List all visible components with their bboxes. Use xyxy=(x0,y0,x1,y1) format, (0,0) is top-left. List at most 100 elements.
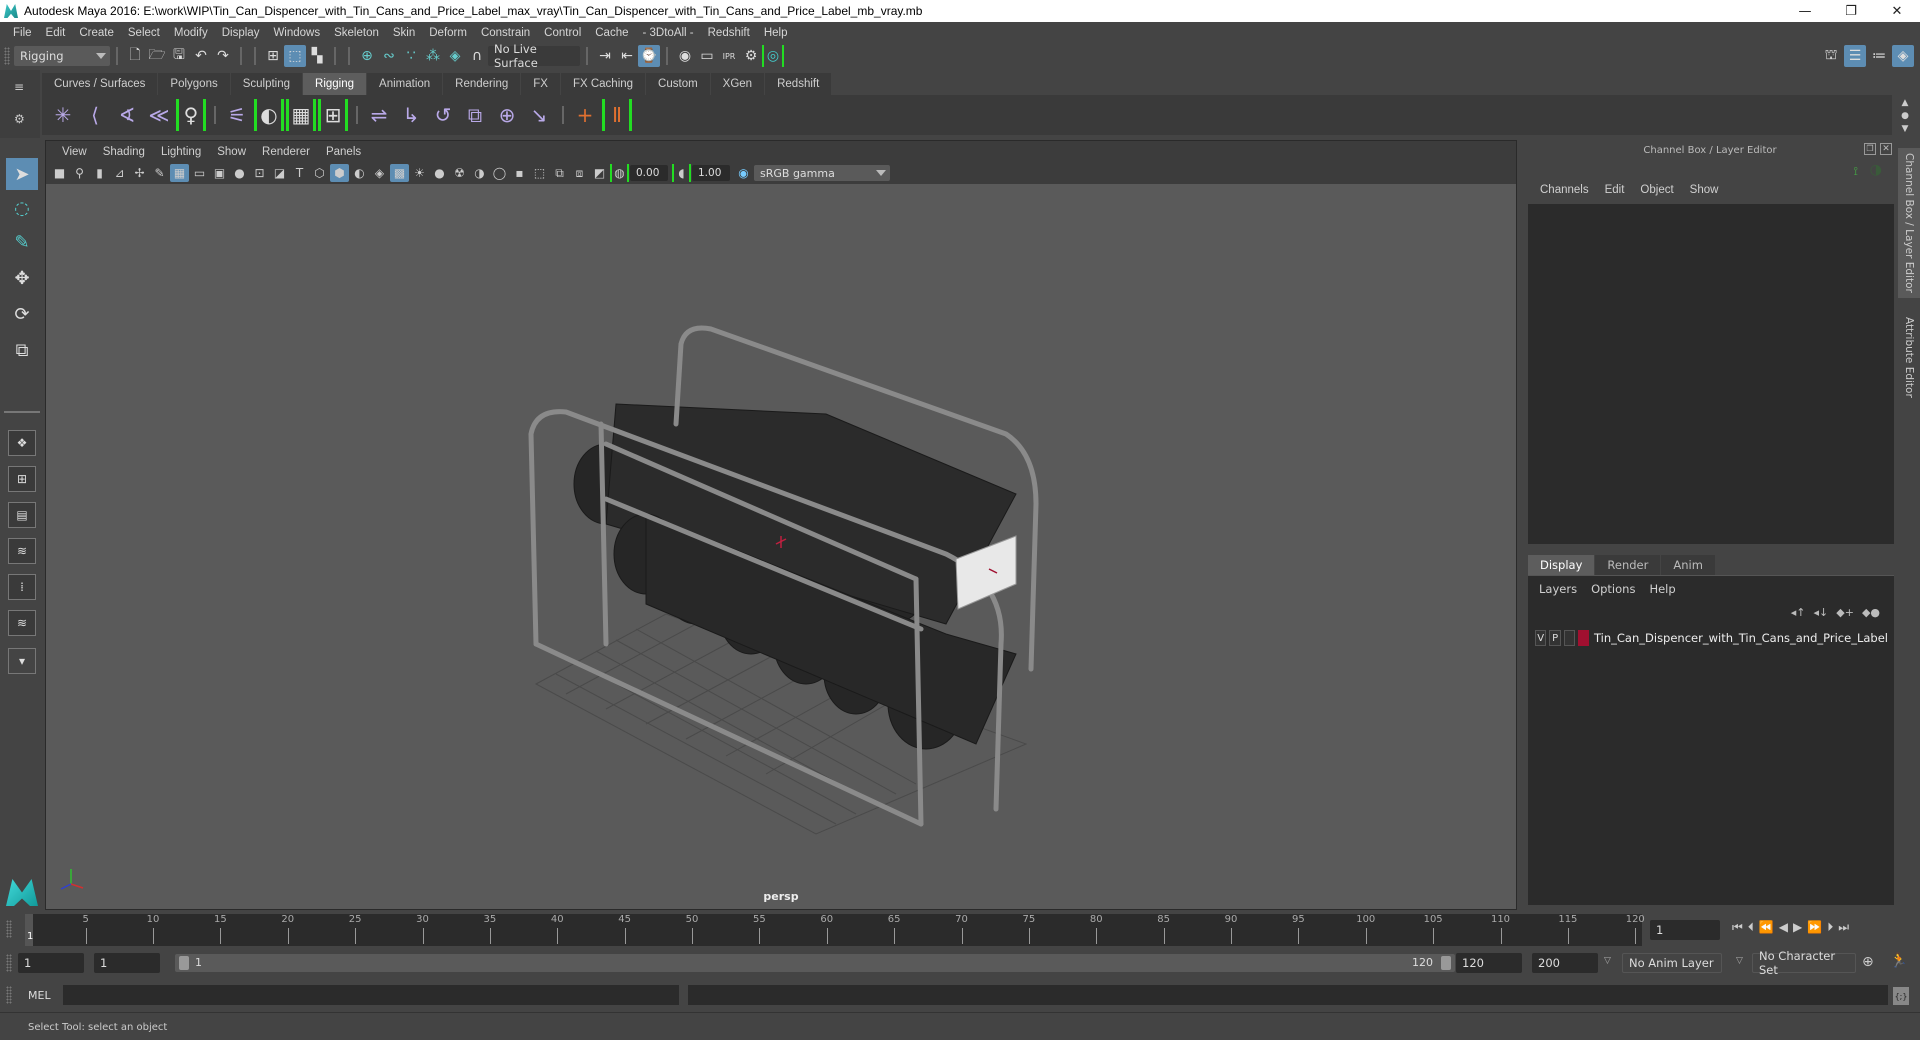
select-object-icon[interactable]: ⬚ xyxy=(284,45,306,67)
timeline-grip[interactable] xyxy=(6,920,12,938)
bind-skin-icon[interactable]: ⚟ xyxy=(222,99,252,131)
viewport-menu-view[interactable]: View xyxy=(54,146,95,158)
menu-skeleton[interactable]: Skeleton xyxy=(327,27,386,39)
xray-icon[interactable]: ⧉ xyxy=(550,164,569,182)
minimize-button[interactable]: — xyxy=(1782,0,1828,22)
render-settings-icon[interactable]: ⚙ xyxy=(740,45,762,67)
paint-weights-icon[interactable]: ◐ xyxy=(254,99,284,131)
hypershade-icon[interactable]: ◎ xyxy=(762,45,784,67)
manipulator-axis-icon[interactable]: ⟟ xyxy=(1854,164,1858,179)
snap-point-icon[interactable]: ∵ xyxy=(400,45,422,67)
character-set-dropdown[interactable]: No Character Set xyxy=(1752,949,1856,977)
gate-mask-icon[interactable]: ● xyxy=(230,164,249,182)
output-ops-icon[interactable]: ⇤ xyxy=(616,45,638,67)
cluster-icon[interactable]: ⊞ xyxy=(318,99,348,131)
step-forward-key-icon[interactable]: ⏩ xyxy=(1807,920,1822,935)
layer-menu-options[interactable]: Options xyxy=(1584,582,1642,596)
depth-of-field-icon[interactable]: ▪ xyxy=(510,164,529,182)
mel-language-toggle[interactable]: MEL xyxy=(28,989,51,1002)
move-tool-icon[interactable]: ✥ xyxy=(6,262,38,294)
open-scene-icon[interactable]: 🗁 xyxy=(146,45,168,67)
parent-constraint-icon[interactable]: ⇌ xyxy=(364,99,394,131)
camera-select-icon[interactable]: ■ xyxy=(50,164,69,182)
new-layer-from-selected-icon[interactable]: ◆● xyxy=(1862,606,1880,619)
scale-constraint-icon[interactable]: ⧉ xyxy=(460,99,490,131)
side-tab-channel-box[interactable]: Channel Box / Layer Editor xyxy=(1898,148,1920,298)
field-chart-icon[interactable]: ⊡ xyxy=(250,164,269,182)
shelf-tab-redshift[interactable]: Redshift xyxy=(765,73,832,95)
cb-menu-show[interactable]: Show xyxy=(1682,184,1727,196)
shelf-tab-rendering[interactable]: Rendering xyxy=(443,73,521,95)
float-panel-icon[interactable]: ❐ xyxy=(1864,143,1876,155)
color-management-toggle-icon[interactable]: ◉ xyxy=(734,164,753,182)
viewport-menu-panels[interactable]: Panels xyxy=(318,146,369,158)
ambient-occlusion-icon[interactable]: ☢ xyxy=(450,164,469,182)
grease-pencil-icon[interactable]: ✎ xyxy=(150,164,169,182)
lasso-tool-icon[interactable]: ◌ xyxy=(6,192,38,224)
layer-tab-render[interactable]: Render xyxy=(1595,555,1661,575)
side-tab-attribute-editor[interactable]: Attribute Editor xyxy=(1898,302,1920,412)
scroll-up-icon[interactable]: ▲ xyxy=(1902,98,1909,108)
layer-editor-toggle-icon[interactable]: ◈ xyxy=(1892,45,1914,67)
film-gate-icon[interactable]: ▭ xyxy=(190,164,209,182)
menu-control[interactable]: Control xyxy=(537,27,588,39)
layer-tab-display[interactable]: Display xyxy=(1528,555,1595,575)
menu-constrain[interactable]: Constrain xyxy=(474,27,537,39)
new-empty-layer-icon[interactable]: ◆+ xyxy=(1836,606,1854,619)
layer-visibility-toggle[interactable]: V xyxy=(1535,630,1547,646)
scroll-down-icon[interactable]: ▼ xyxy=(1902,124,1909,134)
color-space-dropdown[interactable]: sRGB gamma xyxy=(754,165,890,181)
step-back-key-icon[interactable]: ⏪ xyxy=(1759,920,1774,935)
insert-joint-icon[interactable]: ⟨ xyxy=(80,99,110,131)
animation-preferences-icon[interactable]: 🏃 xyxy=(1890,953,1907,969)
ipr-render-icon[interactable]: IPR xyxy=(718,45,740,67)
snap-view-plane-icon[interactable]: ⁂ xyxy=(422,45,444,67)
persp-outliner-layout-icon[interactable]: ▤ xyxy=(8,502,36,528)
new-scene-icon[interactable]: 🗋 xyxy=(124,45,146,67)
step-forward-frame-icon[interactable]: ⏵ xyxy=(1827,920,1833,935)
camera-attributes-icon[interactable]: ⚲ xyxy=(70,164,89,182)
viewport-menu-show[interactable]: Show xyxy=(209,146,254,158)
play-backwards-icon[interactable]: ◀ xyxy=(1779,920,1788,935)
menu-cache[interactable]: Cache xyxy=(588,27,635,39)
move-layer-up-icon[interactable]: ◂↑ xyxy=(1791,606,1806,619)
ik-spline-icon[interactable]: ≪ xyxy=(144,99,174,131)
pole-vector-constraint-icon[interactable]: ↘ xyxy=(524,99,554,131)
layer-color-swatch[interactable] xyxy=(1578,630,1589,646)
snap-grid-icon[interactable]: ⊕ xyxy=(356,45,378,67)
anim-layer-chevron-icon[interactable]: ▽ xyxy=(1604,956,1611,966)
character-set-chevron-icon[interactable]: ▽ xyxy=(1736,956,1743,966)
range-end-handle[interactable] xyxy=(1441,956,1451,970)
safe-action-icon[interactable]: ◪ xyxy=(270,164,289,182)
mel-command-input[interactable] xyxy=(63,985,679,1005)
anim-layer-dropdown[interactable]: No Anim Layer xyxy=(1622,953,1722,973)
undo-icon[interactable]: ↶ xyxy=(190,45,212,67)
shelf-tab-rigging[interactable]: Rigging xyxy=(303,73,367,95)
make-live-icon[interactable]: ∩ xyxy=(466,45,488,67)
wireframe-on-shaded-icon[interactable]: ◈ xyxy=(370,164,389,182)
xray-joints-icon[interactable]: ⧈ xyxy=(570,164,589,182)
single-perspective-layout-icon[interactable]: ❖ xyxy=(8,430,36,456)
select-component-icon[interactable]: ▚ xyxy=(306,45,328,67)
menu-select[interactable]: Select xyxy=(121,27,167,39)
wireframe-icon[interactable]: ⬡ xyxy=(310,164,329,182)
layer-menu-layers[interactable]: Layers xyxy=(1532,582,1584,596)
animation-start-field[interactable]: 1 xyxy=(18,953,84,973)
use-lights-icon[interactable]: ☀ xyxy=(410,164,429,182)
shelf-tab-fx[interactable]: FX xyxy=(521,73,560,95)
persp-graph-hypershade-layout-icon[interactable]: ≋ xyxy=(8,610,36,636)
layer-name[interactable]: Tin_Can_Dispencer_with_Tin_Cans_and_Pric… xyxy=(1594,631,1888,645)
sync-toggle-icon[interactable]: ◑ xyxy=(1870,162,1882,178)
textured-icon[interactable]: ▩ xyxy=(390,164,409,182)
channel-box-body[interactable] xyxy=(1528,204,1894,544)
menu-skin[interactable]: Skin xyxy=(386,27,422,39)
go-to-start-icon[interactable]: ⏮ xyxy=(1732,920,1743,935)
paint-select-tool-icon[interactable]: ✎ xyxy=(6,226,38,258)
restore-button[interactable]: ❐ xyxy=(1828,0,1874,22)
menuset-dropdown[interactable]: Rigging xyxy=(14,46,110,66)
step-back-frame-icon[interactable]: ⏴ xyxy=(1748,920,1754,935)
viewport-menu-shading[interactable]: Shading xyxy=(95,146,153,158)
hypershade-persp-layout-icon[interactable]: ⁞ xyxy=(8,574,36,600)
redo-icon[interactable]: ↷ xyxy=(212,45,234,67)
shelf-tab-custom[interactable]: Custom xyxy=(646,73,710,95)
